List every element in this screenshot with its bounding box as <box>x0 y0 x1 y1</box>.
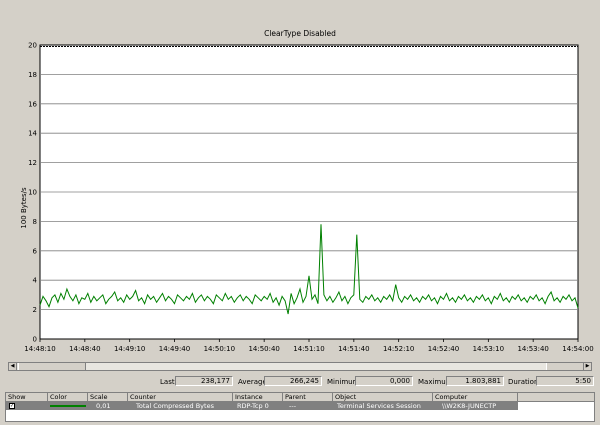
y-tick-label: 20 <box>28 42 37 50</box>
y-tick-label: 16 <box>28 100 37 108</box>
minimum-value: 0,000 <box>355 376 413 386</box>
x-tick-label: 14:48:10 <box>24 345 55 353</box>
column-header-show[interactable]: Show <box>6 393 48 402</box>
y-tick-label: 2 <box>33 306 37 314</box>
x-tick-label: 14:51:40 <box>338 345 369 353</box>
statistics-bar: Last 238,177 Average 266,245 Minimum 0,0… <box>0 375 600 389</box>
column-header-computer[interactable]: Computer <box>433 393 518 402</box>
line-chart[interactable]: 0 2 4 6 8 10 12 14 16 18 20 14:48:10 14:48:40 14:49:1… <box>0 0 600 362</box>
x-tick-label: 14:54:00 <box>562 345 593 353</box>
row-scale: 0,01 <box>96 402 111 410</box>
x-tick-label: 14:52:40 <box>428 345 459 353</box>
row-parent: --- <box>289 402 297 410</box>
y-tick-label: 0 <box>33 336 37 344</box>
maximum-value: 1.803,881 <box>446 376 504 386</box>
show-checkbox[interactable]: ✓ <box>9 403 15 409</box>
scroll-range-start-thumb[interactable] <box>18 363 86 370</box>
y-tick-label: 18 <box>28 71 37 79</box>
x-tick-label: 14:50:10 <box>204 345 235 353</box>
column-header-scale[interactable]: Scale <box>88 393 128 402</box>
x-tick-label: 14:53:40 <box>517 345 548 353</box>
x-tick-label: 14:50:40 <box>248 345 279 353</box>
y-tick-label: 12 <box>28 159 37 167</box>
column-header-color[interactable]: Color <box>48 393 88 402</box>
last-label: Last <box>160 378 175 386</box>
scroll-range-end-thumb[interactable] <box>546 363 584 370</box>
column-header-instance[interactable]: Instance <box>233 393 283 402</box>
x-tick-label: 14:49:40 <box>159 345 190 353</box>
average-label: Average <box>238 378 267 386</box>
x-tick-label: 14:49:10 <box>114 345 145 353</box>
x-tick-label: 14:53:10 <box>473 345 504 353</box>
scroll-left-arrow-icon[interactable]: ◀ <box>9 363 17 370</box>
scroll-right-arrow-icon[interactable]: ▶ <box>583 363 591 370</box>
last-value: 238,177 <box>175 376 233 386</box>
row-instance: RDP-Tcp 0 <box>237 402 269 410</box>
legend-header-row: Show Color Scale Counter Instance Parent… <box>6 393 594 402</box>
time-scrollbar[interactable]: ◀ ▶ <box>8 362 592 371</box>
y-tick-label: 10 <box>28 189 37 197</box>
row-object: Terminal Services Session <box>337 402 421 410</box>
column-header-parent[interactable]: Parent <box>283 393 333 402</box>
column-header-counter[interactable]: Counter <box>128 393 233 402</box>
chart-area[interactable]: 0 2 4 6 8 10 12 14 16 18 20 14:48:10 14:48:40 14:49:1… <box>0 0 600 362</box>
counter-legend-table[interactable]: Show Color Scale Counter Instance Parent… <box>5 392 595 422</box>
x-tick-label: 14:51:10 <box>293 345 324 353</box>
row-counter: Total Compressed Bytes <box>136 402 214 410</box>
series-color-swatch <box>50 405 86 407</box>
y-tick-label: 4 <box>33 277 38 285</box>
y-tick-label: 6 <box>33 247 38 255</box>
y-tick-label: 8 <box>33 218 37 226</box>
y-tick-label: 14 <box>28 130 37 138</box>
duration-value: 5:50 <box>536 376 594 386</box>
row-computer: \\W2K8-JUNECTP <box>442 402 497 410</box>
average-value: 266,245 <box>264 376 322 386</box>
x-tick-label: 14:48:40 <box>69 345 100 353</box>
column-header-object[interactable]: Object <box>333 393 433 402</box>
duration-label: Duration <box>508 378 539 386</box>
x-tick-label: 14:52:10 <box>383 345 414 353</box>
legend-counter-row[interactable]: ✓ 0,01 Total Compressed Bytes RDP-Tcp 0 … <box>6 402 518 410</box>
